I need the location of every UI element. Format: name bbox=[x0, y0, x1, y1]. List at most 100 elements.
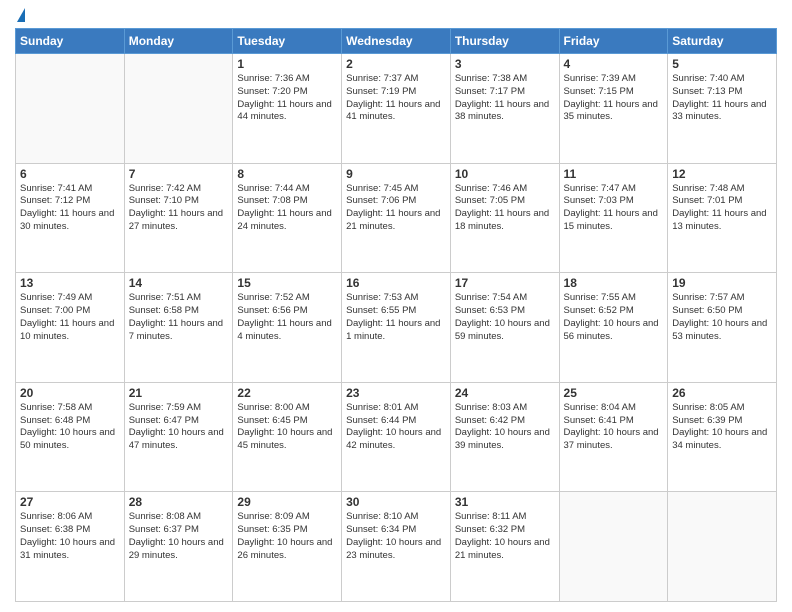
calendar-cell bbox=[16, 54, 125, 164]
calendar-cell: 29 Sunrise: 8:09 AM Sunset: 6:35 PM Dayli… bbox=[233, 492, 342, 602]
calendar-cell: 9Sunrise: 7:45 AM Sunset: 7:06 PM Daylig… bbox=[342, 163, 451, 273]
calendar-cell: 3 Sunrise: 7:38 AM Sunset: 7:17 PM Daylig… bbox=[450, 54, 559, 164]
calendar-cell: 27Sunrise: 8:06 AM Sunset: 6:38 PM Dayli… bbox=[16, 492, 125, 602]
logo-icon bbox=[17, 8, 25, 22]
calendar-cell: 17Sunrise: 7:54 AM Sunset: 6:53 PM Dayli… bbox=[450, 273, 559, 383]
day-number: 22 bbox=[237, 386, 337, 400]
calendar-cell: 28 Sunrise: 8:08 AM Sunset: 6:37 PM Dayli… bbox=[124, 492, 233, 602]
day-info: Sunrise: 7:37 AM Sunset: 7:19 PM Dayligh… bbox=[346, 73, 446, 124]
day-number: 20 bbox=[20, 386, 120, 400]
calendar-cell: 14 Sunrise: 7:51 AM Sunset: 6:58 PM Dayli… bbox=[124, 273, 233, 383]
day-info: Sunrise: 7:41 AM Sunset: 7:12 PM Dayligh… bbox=[20, 183, 120, 234]
logo bbox=[15, 10, 25, 22]
day-number: 1 bbox=[237, 57, 337, 71]
day-number: 11 bbox=[564, 167, 664, 181]
calendar-cell: 8 Sunrise: 7:44 AM Sunset: 7:08 PM Daylig… bbox=[233, 163, 342, 273]
day-number: 16 bbox=[346, 276, 446, 290]
day-number: 9 bbox=[346, 167, 446, 181]
day-number: 3 bbox=[455, 57, 555, 71]
week-row-2: 6 Sunrise: 7:41 AM Sunset: 7:12 PM Daylig… bbox=[16, 163, 777, 273]
calendar-cell: 11 Sunrise: 7:47 AM Sunset: 7:03 PM Dayli… bbox=[559, 163, 668, 273]
day-number: 2 bbox=[346, 57, 446, 71]
col-header-sunday: Sunday bbox=[16, 29, 125, 54]
calendar-cell: 21 Sunrise: 7:59 AM Sunset: 6:47 PM Dayli… bbox=[124, 382, 233, 492]
day-number: 24 bbox=[455, 386, 555, 400]
day-number: 13 bbox=[20, 276, 120, 290]
calendar-cell: 1Sunrise: 7:36 AM Sunset: 7:20 PM Daylig… bbox=[233, 54, 342, 164]
day-info: Sunrise: 7:49 AM Sunset: 7:00 PM Dayligh… bbox=[20, 292, 120, 343]
calendar-cell: 5 Sunrise: 7:40 AM Sunset: 7:13 PM Daylig… bbox=[668, 54, 777, 164]
day-info: Sunrise: 7:58 AM Sunset: 6:48 PM Dayligh… bbox=[20, 402, 120, 453]
calendar-cell: 19Sunrise: 7:57 AM Sunset: 6:50 PM Dayli… bbox=[668, 273, 777, 383]
logo-text bbox=[15, 10, 25, 22]
calendar-table: SundayMondayTuesdayWednesdayThursdayFrid… bbox=[15, 28, 777, 602]
day-info: Sunrise: 7:59 AM Sunset: 6:47 PM Dayligh… bbox=[129, 402, 229, 453]
day-number: 8 bbox=[237, 167, 337, 181]
calendar-cell: 4 Sunrise: 7:39 AM Sunset: 7:15 PM Daylig… bbox=[559, 54, 668, 164]
day-number: 29 bbox=[237, 495, 337, 509]
page: SundayMondayTuesdayWednesdayThursdayFrid… bbox=[0, 0, 792, 612]
day-info: Sunrise: 8:09 AM Sunset: 6:35 PM Dayligh… bbox=[237, 511, 337, 562]
day-number: 5 bbox=[672, 57, 772, 71]
day-info: Sunrise: 8:01 AM Sunset: 6:44 PM Dayligh… bbox=[346, 402, 446, 453]
day-number: 15 bbox=[237, 276, 337, 290]
day-info: Sunrise: 8:10 AM Sunset: 6:34 PM Dayligh… bbox=[346, 511, 446, 562]
day-info: Sunrise: 7:55 AM Sunset: 6:52 PM Dayligh… bbox=[564, 292, 664, 343]
day-info: Sunrise: 7:38 AM Sunset: 7:17 PM Dayligh… bbox=[455, 73, 555, 124]
calendar-cell: 13 Sunrise: 7:49 AM Sunset: 7:00 PM Dayli… bbox=[16, 273, 125, 383]
day-number: 18 bbox=[564, 276, 664, 290]
calendar-cell: 18 Sunrise: 7:55 AM Sunset: 6:52 PM Dayli… bbox=[559, 273, 668, 383]
day-number: 21 bbox=[129, 386, 229, 400]
day-info: Sunrise: 7:48 AM Sunset: 7:01 PM Dayligh… bbox=[672, 183, 772, 234]
calendar-cell: 20 Sunrise: 7:58 AM Sunset: 6:48 PM Dayli… bbox=[16, 382, 125, 492]
day-info: Sunrise: 7:42 AM Sunset: 7:10 PM Dayligh… bbox=[129, 183, 229, 234]
day-info: Sunrise: 7:51 AM Sunset: 6:58 PM Dayligh… bbox=[129, 292, 229, 343]
calendar-cell: 6 Sunrise: 7:41 AM Sunset: 7:12 PM Daylig… bbox=[16, 163, 125, 273]
day-info: Sunrise: 7:40 AM Sunset: 7:13 PM Dayligh… bbox=[672, 73, 772, 124]
day-info: Sunrise: 7:53 AM Sunset: 6:55 PM Dayligh… bbox=[346, 292, 446, 343]
col-header-friday: Friday bbox=[559, 29, 668, 54]
day-number: 4 bbox=[564, 57, 664, 71]
calendar-cell: 22 Sunrise: 8:00 AM Sunset: 6:45 PM Dayli… bbox=[233, 382, 342, 492]
calendar-cell: 16 Sunrise: 7:53 AM Sunset: 6:55 PM Dayli… bbox=[342, 273, 451, 383]
day-info: Sunrise: 7:39 AM Sunset: 7:15 PM Dayligh… bbox=[564, 73, 664, 124]
calendar-cell: 23Sunrise: 8:01 AM Sunset: 6:44 PM Dayli… bbox=[342, 382, 451, 492]
day-info: Sunrise: 7:54 AM Sunset: 6:53 PM Dayligh… bbox=[455, 292, 555, 343]
week-row-5: 27Sunrise: 8:06 AM Sunset: 6:38 PM Dayli… bbox=[16, 492, 777, 602]
day-number: 31 bbox=[455, 495, 555, 509]
day-number: 28 bbox=[129, 495, 229, 509]
day-number: 26 bbox=[672, 386, 772, 400]
col-header-monday: Monday bbox=[124, 29, 233, 54]
calendar-cell: 30Sunrise: 8:10 AM Sunset: 6:34 PM Dayli… bbox=[342, 492, 451, 602]
calendar-cell: 31Sunrise: 8:11 AM Sunset: 6:32 PM Dayli… bbox=[450, 492, 559, 602]
calendar-cell: 7Sunrise: 7:42 AM Sunset: 7:10 PM Daylig… bbox=[124, 163, 233, 273]
day-number: 14 bbox=[129, 276, 229, 290]
day-info: Sunrise: 7:44 AM Sunset: 7:08 PM Dayligh… bbox=[237, 183, 337, 234]
calendar-cell: 15 Sunrise: 7:52 AM Sunset: 6:56 PM Dayli… bbox=[233, 273, 342, 383]
day-number: 10 bbox=[455, 167, 555, 181]
day-number: 6 bbox=[20, 167, 120, 181]
calendar-cell: 10Sunrise: 7:46 AM Sunset: 7:05 PM Dayli… bbox=[450, 163, 559, 273]
week-row-1: 1Sunrise: 7:36 AM Sunset: 7:20 PM Daylig… bbox=[16, 54, 777, 164]
day-info: Sunrise: 7:47 AM Sunset: 7:03 PM Dayligh… bbox=[564, 183, 664, 234]
calendar-cell bbox=[124, 54, 233, 164]
calendar-cell: 26 Sunrise: 8:05 AM Sunset: 6:39 PM Dayli… bbox=[668, 382, 777, 492]
calendar-cell: 25Sunrise: 8:04 AM Sunset: 6:41 PM Dayli… bbox=[559, 382, 668, 492]
day-info: Sunrise: 8:08 AM Sunset: 6:37 PM Dayligh… bbox=[129, 511, 229, 562]
col-header-tuesday: Tuesday bbox=[233, 29, 342, 54]
calendar-cell: 24 Sunrise: 8:03 AM Sunset: 6:42 PM Dayli… bbox=[450, 382, 559, 492]
day-info: Sunrise: 7:52 AM Sunset: 6:56 PM Dayligh… bbox=[237, 292, 337, 343]
day-number: 25 bbox=[564, 386, 664, 400]
col-header-thursday: Thursday bbox=[450, 29, 559, 54]
week-row-3: 13 Sunrise: 7:49 AM Sunset: 7:00 PM Dayli… bbox=[16, 273, 777, 383]
day-number: 19 bbox=[672, 276, 772, 290]
day-info: Sunrise: 8:03 AM Sunset: 6:42 PM Dayligh… bbox=[455, 402, 555, 453]
day-number: 12 bbox=[672, 167, 772, 181]
calendar-cell bbox=[559, 492, 668, 602]
header bbox=[15, 10, 777, 22]
calendar-cell: 12 Sunrise: 7:48 AM Sunset: 7:01 PM Dayli… bbox=[668, 163, 777, 273]
day-info: Sunrise: 8:00 AM Sunset: 6:45 PM Dayligh… bbox=[237, 402, 337, 453]
day-info: Sunrise: 8:05 AM Sunset: 6:39 PM Dayligh… bbox=[672, 402, 772, 453]
col-header-saturday: Saturday bbox=[668, 29, 777, 54]
col-header-wednesday: Wednesday bbox=[342, 29, 451, 54]
